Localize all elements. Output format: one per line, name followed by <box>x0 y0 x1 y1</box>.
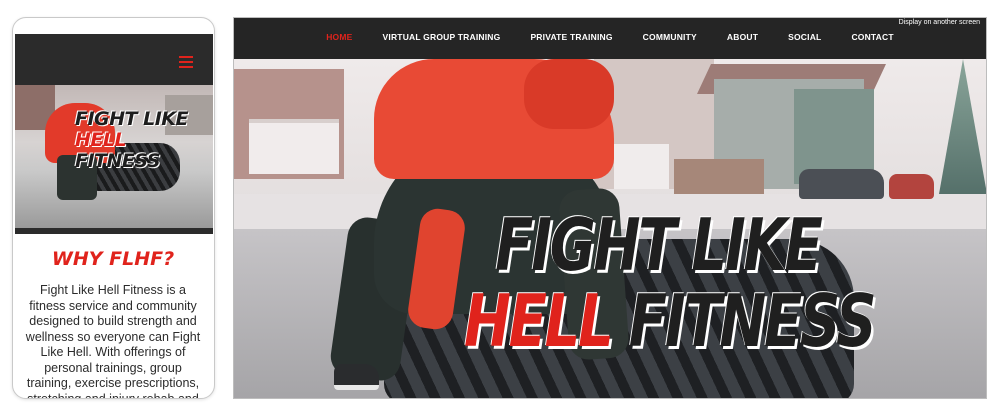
garage-door-graphic <box>249 119 339 174</box>
mobile-header <box>15 34 213 85</box>
display-on-another-screen-button[interactable]: Display on another screen <box>896 18 982 27</box>
nav-item-about[interactable]: ABOUT <box>712 32 773 42</box>
desktop-hero-title-line2: HELL FITNESS <box>464 283 877 359</box>
mobile-body-text: Fight Like Hell Fitness is a fitness ser… <box>25 283 201 399</box>
nav-item-private-training[interactable]: PRIVATE TRAINING <box>515 32 627 42</box>
mobile-hero-title-hell: HELL <box>75 129 127 151</box>
mobile-section-heading: WHY FLHF? <box>51 248 175 270</box>
mobile-preview: FIGHT LIKE HELL FITNESS WHY FLHF? Fight … <box>12 17 215 399</box>
fence-graphic <box>674 159 764 194</box>
garage-door-graphic <box>614 144 669 189</box>
mobile-hero-title-line1: FIGHT LIKE <box>75 108 189 130</box>
shoe-graphic <box>334 364 379 390</box>
desktop-hero-title: FIGHT LIKE HELL FITNESS <box>464 207 884 359</box>
mobile-hero-title-line2: HELL FITNESS <box>75 130 213 172</box>
nav-item-home[interactable]: HOME <box>311 32 367 42</box>
desktop-hero-title-fitness: FITNESS <box>628 279 877 363</box>
nav-item-community[interactable]: COMMUNITY <box>628 32 712 42</box>
nav-item-social[interactable]: SOCIAL <box>773 32 836 42</box>
desktop-hero-title-hell: HELL <box>464 279 614 363</box>
desktop-hero-image: FIGHT LIKE HELL FITNESS <box>234 59 986 398</box>
car-graphic <box>799 169 884 199</box>
athlete-hood-graphic <box>524 59 614 129</box>
car-graphic <box>889 174 934 199</box>
mobile-hero-title-fitness: FITNESS <box>75 150 161 172</box>
mobile-hero-title: FIGHT LIKE HELL FITNESS <box>75 109 213 172</box>
nav-item-virtual-group-training[interactable]: VIRTUAL GROUP TRAINING <box>368 32 516 42</box>
desktop-hero-title-line1: FIGHT LIKE <box>495 203 823 287</box>
main-nav: HOME VIRTUAL GROUP TRAINING PRIVATE TRAI… <box>234 18 986 59</box>
hamburger-icon[interactable] <box>179 56 193 68</box>
desktop-preview: HOME VIRTUAL GROUP TRAINING PRIVATE TRAI… <box>233 17 987 399</box>
nav-item-contact[interactable]: CONTACT <box>836 32 908 42</box>
mobile-divider <box>15 228 213 234</box>
mobile-hero-image: FIGHT LIKE HELL FITNESS <box>15 85 213 228</box>
